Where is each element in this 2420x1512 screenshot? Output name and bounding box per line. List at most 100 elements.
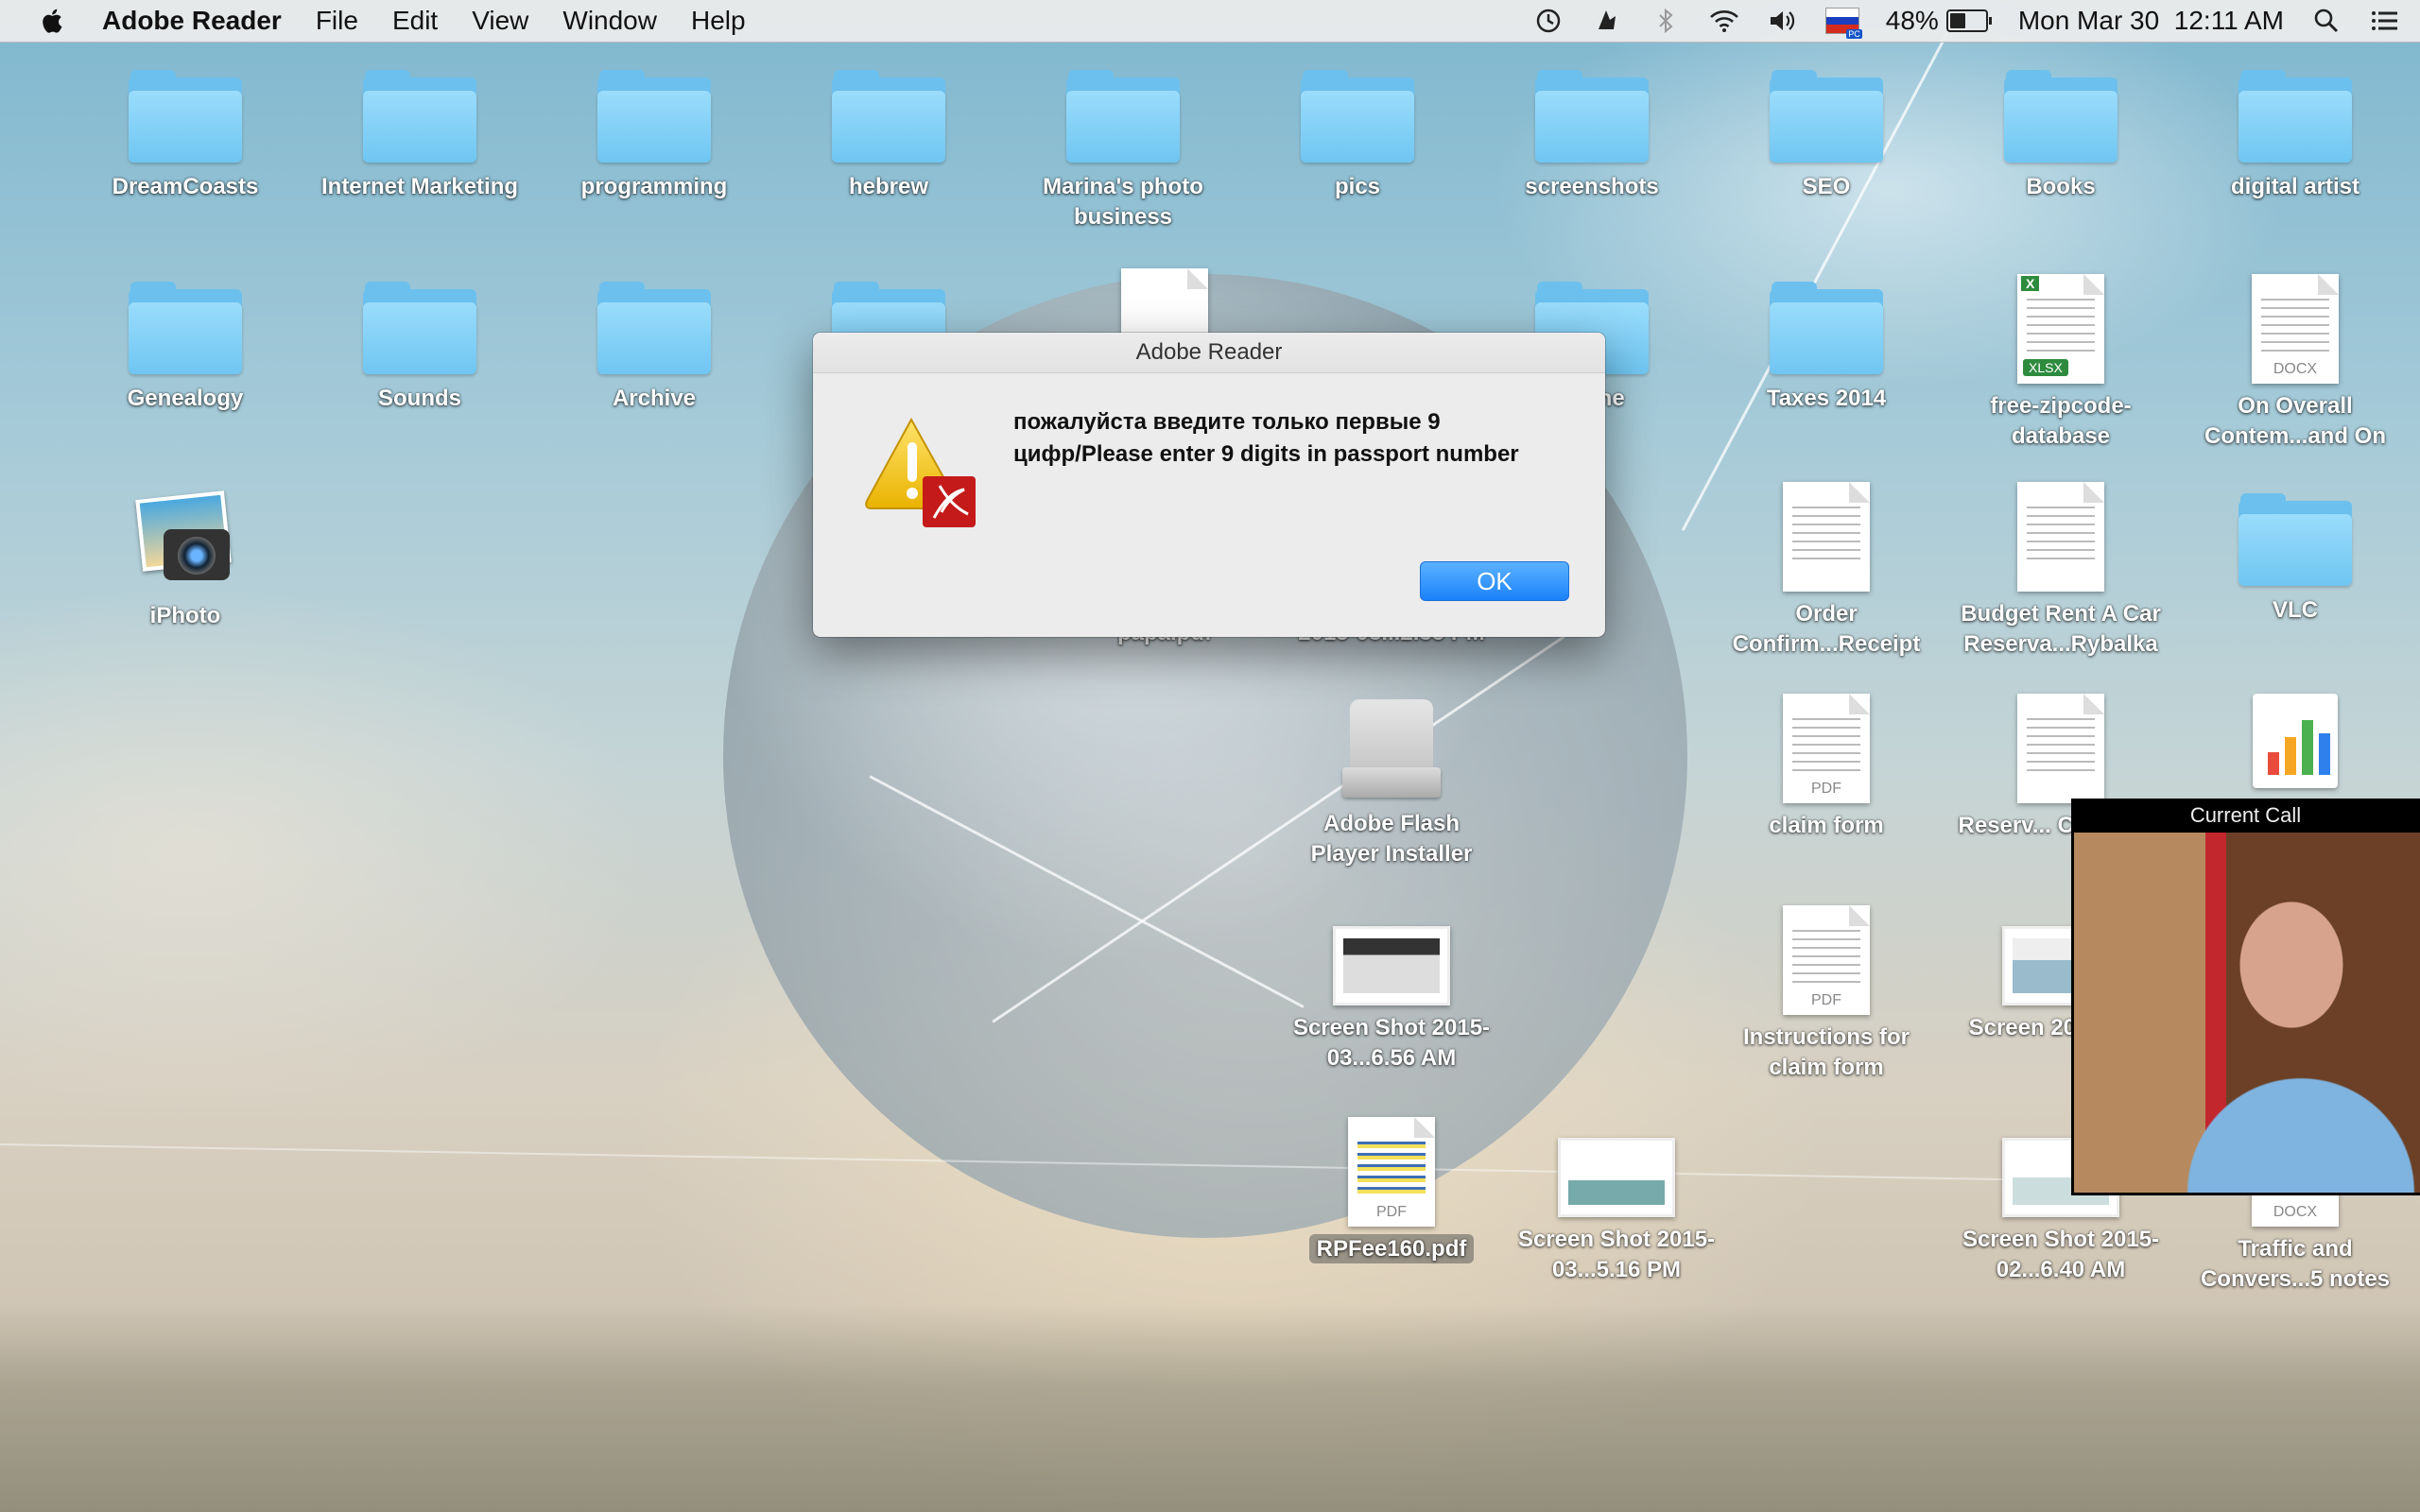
- dialog-title: Adobe Reader: [813, 333, 1605, 373]
- desktop-folder[interactable]: Taxes 2014: [1722, 282, 1930, 414]
- battery-status[interactable]: 48%: [1886, 6, 1992, 36]
- desktop-folder[interactable]: DreamCoasts: [81, 70, 289, 202]
- menu-clock[interactable]: Mon Mar 30 12:11 AM: [2018, 6, 2284, 36]
- disk-image-icon: [1342, 699, 1441, 801]
- file-type-tag: DOCX: [2273, 1204, 2318, 1220]
- spotlight-search-icon[interactable]: [2310, 7, 2342, 35]
- document-icon: [2017, 482, 2104, 592]
- desktop-file[interactable]: Budget Rent A Car Reserva...Rybalka: [1957, 482, 2165, 660]
- folder-icon: [2238, 70, 2352, 164]
- desktop-folder[interactable]: pics: [1253, 70, 1461, 202]
- bluetooth-icon[interactable]: [1650, 7, 1682, 35]
- icon-label: hebrew: [848, 174, 929, 199]
- folder-icon: [1535, 70, 1649, 164]
- call-window-title: Current Call: [2189, 803, 2302, 827]
- pdf-icon: PDF: [1783, 905, 1870, 1015]
- folder-icon: [363, 70, 476, 164]
- input-source-russian-flag-icon[interactable]: PC: [1824, 8, 1862, 39]
- file-type-tag: DOCX: [2273, 361, 2318, 377]
- desktop-file[interactable]: Screen Shot 2015-03...5.16 PM: [1512, 1138, 1720, 1285]
- folder-icon: [1770, 70, 1883, 164]
- desktop-folder[interactable]: Genealogy: [81, 282, 289, 414]
- menu-help[interactable]: Help: [691, 6, 746, 36]
- notification-center-icon[interactable]: [2369, 7, 2401, 35]
- icon-label: pics: [1334, 174, 1381, 199]
- menu-edit[interactable]: Edit: [392, 6, 438, 36]
- menu-window[interactable]: Window: [562, 6, 657, 36]
- icon-label: Genealogy: [127, 386, 244, 411]
- icon-label: VLC: [2273, 597, 2318, 623]
- volume-icon[interactable]: [1767, 7, 1799, 35]
- desktop-file[interactable]: PDF claim form: [1722, 694, 1930, 841]
- icon-label: SEO: [1802, 174, 1851, 199]
- desktop-file-selected[interactable]: PDF RPFee160.pdf: [1288, 1117, 1495, 1264]
- icon-label: Adobe Flash Player Installer: [1310, 811, 1473, 867]
- skype-icon[interactable]: [1591, 7, 1623, 35]
- desktop-folder[interactable]: VLC: [2191, 493, 2399, 626]
- desktop-file[interactable]: [2191, 694, 2399, 788]
- folder-icon: [597, 70, 711, 164]
- iphoto-icon: [133, 490, 237, 593]
- file-type-tag: PDF: [1376, 1204, 1407, 1220]
- desktop-file[interactable]: X XLSX free-zipcode-database: [1957, 274, 2165, 452]
- icon-label: RPFee160.pdf: [1288, 1234, 1495, 1264]
- time-machine-icon[interactable]: [1532, 7, 1564, 35]
- icon-label: Screen Shot 2015-03...6.56 AM: [1292, 1015, 1491, 1071]
- icon-label: Budget Rent A Car Reserva...Rybalka: [1961, 601, 2161, 657]
- desktop-folder[interactable]: programming: [550, 70, 758, 202]
- icon-label: Taxes 2014: [1766, 386, 1887, 411]
- menu-view[interactable]: View: [472, 6, 528, 36]
- desktop-app-iphoto[interactable]: iPhoto: [81, 490, 289, 631]
- desktop-file[interactable]: DOCX On Overall Contem...and On: [2191, 274, 2399, 452]
- desktop-folder[interactable]: Books: [1957, 70, 2165, 202]
- document-icon: [2017, 694, 2104, 803]
- icon-label: free-zipcode-database: [1990, 393, 2132, 449]
- desktop-disk-image[interactable]: Adobe Flash Player Installer: [1288, 699, 1495, 869]
- desktop-folder[interactable]: Marina's photo business: [1019, 70, 1227, 232]
- desktop-folder[interactable]: Archive: [550, 282, 758, 414]
- pdf-icon: PDF: [1783, 694, 1870, 803]
- current-call-window[interactable]: Current Call: [2071, 799, 2420, 1195]
- desktop-file[interactable]: Order Confirm...Receipt: [1722, 482, 1930, 660]
- file-type-tag: PDF: [1811, 992, 1841, 1008]
- apple-menu-icon[interactable]: [38, 7, 64, 35]
- icon-label: Screen Shot 2015-02...6.40 AM: [1962, 1227, 2160, 1282]
- desktop-folder[interactable]: hebrew: [785, 70, 993, 202]
- desktop-file[interactable]: Screen Shot 2015-03...6.56 AM: [1288, 926, 1495, 1074]
- desktop-folder[interactable]: Sounds: [316, 282, 524, 414]
- icon-label: Order Confirm...Receipt: [1732, 601, 1921, 657]
- desktop-file[interactable]: PDF Instructions for claim form: [1722, 905, 1930, 1083]
- wifi-icon[interactable]: [1708, 7, 1740, 35]
- desktop-folder[interactable]: screenshots: [1488, 70, 1696, 202]
- desktop-folder[interactable]: digital artist: [2191, 70, 2399, 202]
- icon-label: On Overall Contem...and On: [2204, 393, 2386, 449]
- battery-percent: 48%: [1885, 6, 1939, 35]
- document-icon: DOCX: [2252, 274, 2339, 384]
- screenshot-thumbnail-icon: [1558, 1138, 1675, 1217]
- battery-icon: [1945, 9, 1988, 32]
- screenshot-thumbnail-icon: [1333, 926, 1450, 1005]
- icon-label: programming: [580, 174, 728, 199]
- menu-app-name[interactable]: Adobe Reader: [102, 6, 282, 36]
- icon-label: iPhoto: [149, 603, 221, 628]
- folder-icon: [363, 282, 476, 376]
- icon-label: DreamCoasts: [112, 174, 259, 199]
- desktop-folder[interactable]: SEO: [1722, 70, 1930, 202]
- battery-level-fill: [1949, 13, 1966, 28]
- folder-icon: [129, 282, 242, 376]
- folder-icon: [832, 70, 945, 164]
- document-icon: [1783, 482, 1870, 592]
- dialog-message: пожалуйста введите только первые 9 цифр/…: [1013, 409, 1519, 467]
- call-video-feed: [2074, 833, 2420, 1193]
- icon-label: Traffic and Convers...5 notes: [2200, 1236, 2391, 1292]
- wallpaper-horizon: [0, 1304, 2420, 1512]
- ok-button[interactable]: OK: [1420, 561, 1569, 601]
- folder-icon: [1066, 70, 1180, 164]
- alert-dialog: Adobe Reader пожалуйста введите только п…: [813, 333, 1605, 637]
- warning-icon: [865, 417, 976, 527]
- numbers-spreadsheet-icon: [2253, 694, 2338, 788]
- menu-file[interactable]: File: [316, 6, 358, 36]
- desktop-folder[interactable]: Internet Marketing: [316, 70, 524, 202]
- icon-label: Sounds: [378, 386, 461, 411]
- folder-icon: [2004, 70, 2118, 164]
